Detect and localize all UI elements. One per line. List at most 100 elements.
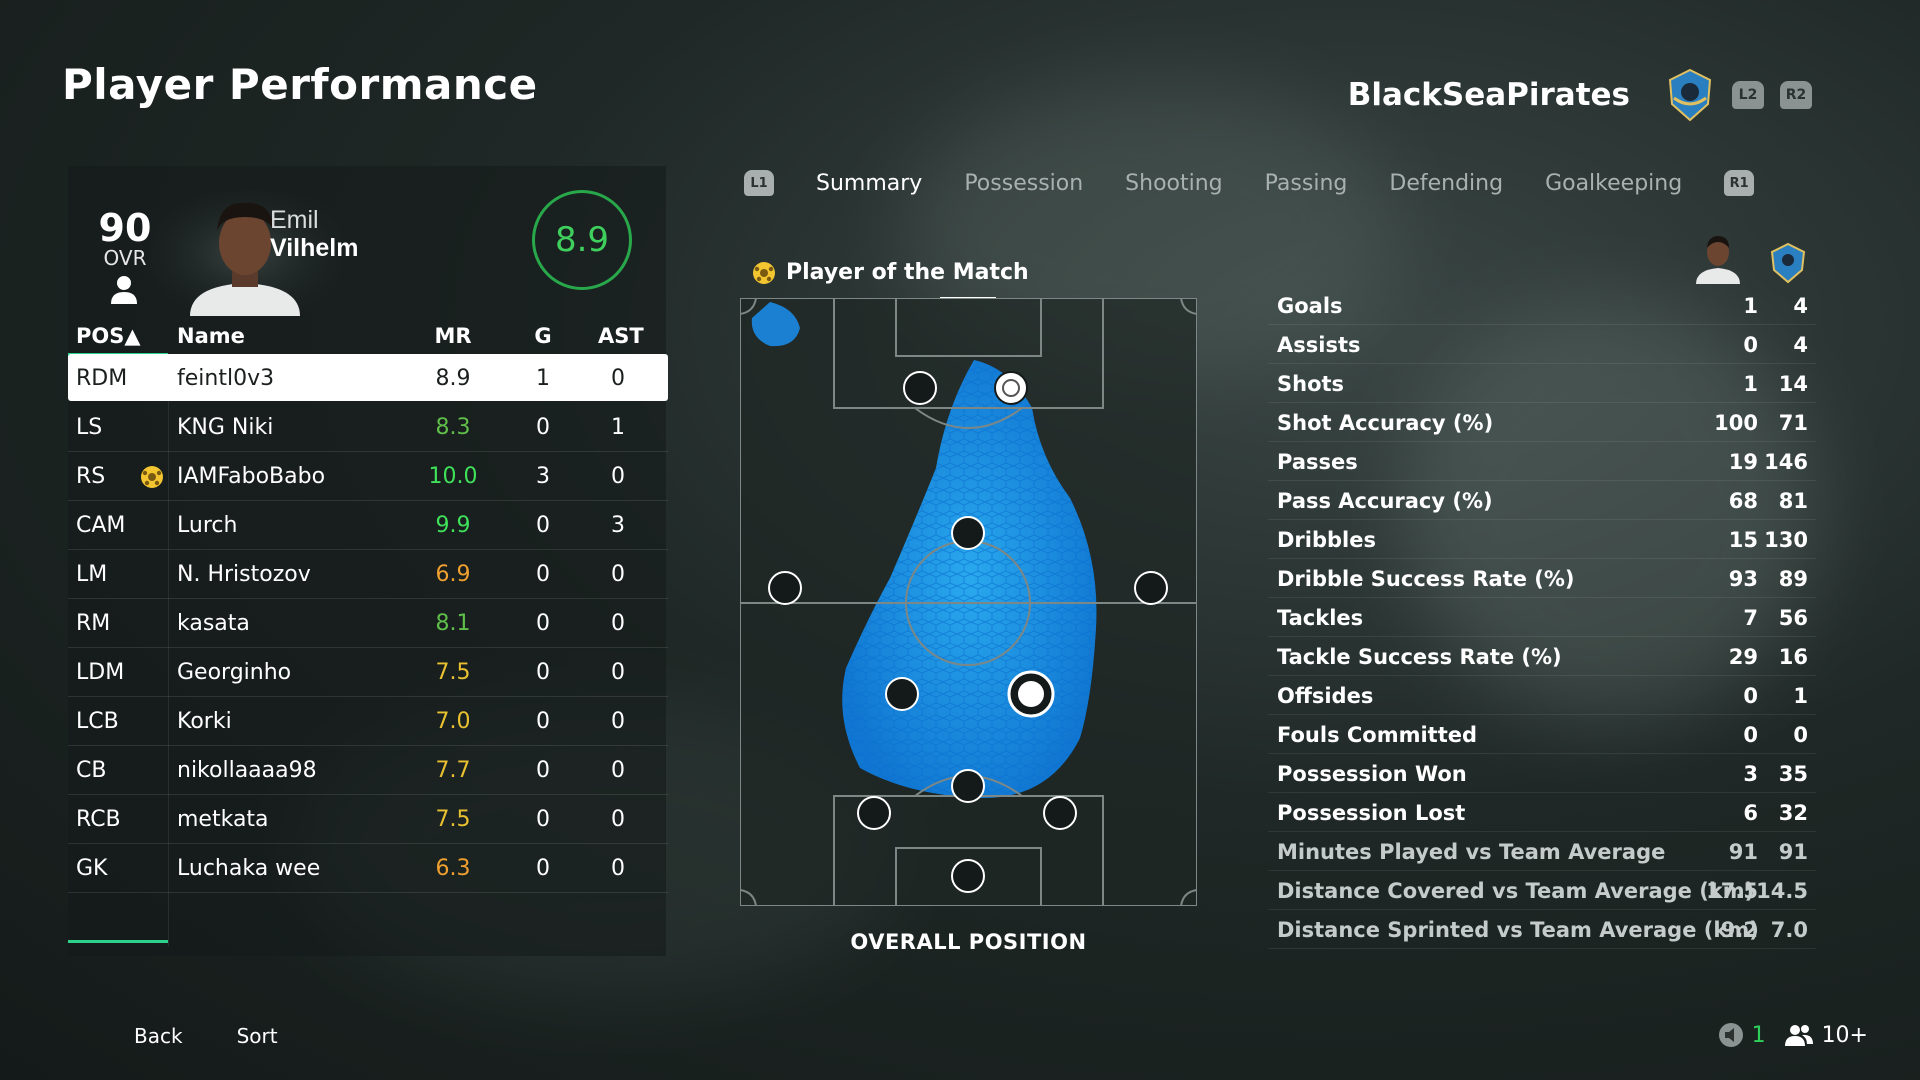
table-row[interactable]: RDM feintl0v3 8.9 1 0 <box>68 354 668 401</box>
stat-team-value: 14 <box>1778 372 1808 396</box>
footer-actions: Back Sort <box>134 1024 278 1048</box>
stat-player-value: 17.5 <box>1706 879 1758 903</box>
stat-label: Shots <box>1277 372 1345 396</box>
stat-player-value: 0 <box>1743 723 1758 747</box>
row-name: KNG Niki <box>177 415 274 440</box>
squad-panel: 90 OVR Emil Vilhelm 8.9 POS▲ Name MR G A… <box>68 166 668 956</box>
back-button[interactable]: Back <box>134 1024 183 1048</box>
player-list: RDM feintl0v3 8.9 1 0 LS KNG Niki 8.3 0 1 RS IAMFab… <box>68 354 668 893</box>
heatmap-caption: OVERALL POSITION <box>850 930 1087 954</box>
tab-goalkeeping[interactable]: Goalkeeping <box>1545 171 1682 196</box>
mic-muted-icon <box>1718 1023 1743 1047</box>
r2-button[interactable]: R2 <box>1780 81 1812 109</box>
table-row[interactable]: GK Luchaka wee 6.3 0 0 <box>68 844 668 893</box>
row-goals: 0 <box>536 856 550 881</box>
row-name: Georginho <box>177 660 292 685</box>
stat-team-value: 4 <box>1793 333 1808 357</box>
team-name: BlackSeaPirates <box>1347 77 1630 113</box>
row-assists: 0 <box>611 709 625 734</box>
table-row[interactable]: RM kasata 8.1 0 0 <box>68 599 668 648</box>
header-name[interactable]: Name <box>177 324 245 348</box>
header-g[interactable]: G <box>528 324 558 348</box>
player-of-the-match: Player of the Match <box>752 260 1029 285</box>
row-position: RM <box>76 611 111 636</box>
l2-button[interactable]: L2 <box>1732 81 1764 109</box>
row-match-rating: 6.9 <box>435 562 471 587</box>
stats-column-icons <box>1690 230 1808 284</box>
stat-player-value: 9.2 <box>1720 918 1758 942</box>
stat-row: Distance Covered vs Team Average (km) 17.… <box>1268 871 1816 910</box>
header-pos[interactable]: POS▲ <box>76 324 141 348</box>
header-ast[interactable]: AST <box>598 324 644 348</box>
tab-possession[interactable]: Possession <box>964 171 1083 196</box>
person-icon <box>111 276 137 304</box>
player-match-rating: 8.9 <box>532 190 632 290</box>
row-match-rating: 8.9 <box>435 366 471 391</box>
stat-team-value: 14.5 <box>1756 879 1808 903</box>
row-name: metkata <box>177 807 269 832</box>
potm-label: Player of the Match <box>786 260 1029 285</box>
row-match-rating: 8.3 <box>435 415 471 440</box>
stat-team-value: 146 <box>1764 450 1808 474</box>
stat-row: Goals 1 4 <box>1268 286 1816 325</box>
table-row[interactable]: LS KNG Niki 8.3 0 1 <box>68 403 668 452</box>
stat-team-value: 16 <box>1778 645 1808 669</box>
stat-label: Passes <box>1277 450 1358 474</box>
row-name: feintl0v3 <box>177 366 275 391</box>
page-title: Player Performance <box>62 60 538 109</box>
row-name: nikollaaaa98 <box>177 758 317 783</box>
header-mr[interactable]: MR <box>418 324 488 348</box>
r1-button[interactable]: R1 <box>1724 170 1755 196</box>
sort-button[interactable]: Sort <box>237 1024 278 1048</box>
row-goals: 1 <box>536 366 550 391</box>
stat-player-value: 3 <box>1743 762 1758 786</box>
stat-row: Offsides 0 1 <box>1268 676 1816 715</box>
players-icon <box>1784 1025 1813 1046</box>
row-position: RCB <box>76 807 121 832</box>
stat-label: Pass Accuracy (%) <box>1277 489 1493 513</box>
mic-count: 1 <box>1751 1022 1766 1048</box>
stat-player-value: 100 <box>1714 411 1758 435</box>
table-row[interactable]: LM N. Hristozov 6.9 0 0 <box>68 550 668 599</box>
row-name: Korki <box>177 709 232 734</box>
row-assists: 0 <box>611 464 625 489</box>
row-match-rating: 7.0 <box>435 709 471 734</box>
row-match-rating: 10.0 <box>428 464 478 489</box>
row-assists: 0 <box>611 807 625 832</box>
stat-tabs: L1 Summary Possession Shooting Passing D… <box>744 170 1755 196</box>
row-position: LM <box>76 562 108 587</box>
stat-player-value: 0 <box>1743 333 1758 357</box>
stat-row: Minutes Played vs Team Average 91 91 <box>1268 832 1816 871</box>
stat-label: Assists <box>1277 333 1361 357</box>
footer-status: 1 10+ <box>1718 1022 1868 1048</box>
stat-team-value: 4 <box>1793 294 1808 318</box>
row-name: kasata <box>177 611 250 636</box>
stat-label: Distance Covered vs Team Average (km) <box>1277 879 1755 903</box>
stat-team-value: 91 <box>1778 840 1808 864</box>
row-position: GK <box>76 856 108 881</box>
stat-team-value: 7.0 <box>1770 918 1808 942</box>
stat-row: Tackle Success Rate (%) 29 16 <box>1268 637 1816 676</box>
stat-team-value: 71 <box>1778 411 1808 435</box>
l1-button[interactable]: L1 <box>744 170 774 196</box>
players-count: 10+ <box>1821 1022 1868 1048</box>
table-row[interactable]: CB nikollaaaa98 7.7 0 0 <box>68 746 668 795</box>
tab-shooting[interactable]: Shooting <box>1125 171 1222 196</box>
stat-label: Distance Sprinted vs Team Average (km) <box>1277 918 1759 942</box>
tab-defending[interactable]: Defending <box>1389 171 1503 196</box>
table-row[interactable]: LCB Korki 7.0 0 0 <box>68 697 668 746</box>
stat-row: Possession Won 3 35 <box>1268 754 1816 793</box>
tab-passing[interactable]: Passing <box>1265 171 1348 196</box>
stat-label: Minutes Played vs Team Average <box>1277 840 1666 864</box>
table-row[interactable]: RCB metkata 7.5 0 0 <box>68 795 668 844</box>
tab-summary[interactable]: Summary <box>816 171 922 196</box>
table-row[interactable]: LDM Georginho 7.5 0 0 <box>68 648 668 697</box>
table-row[interactable]: CAM Lurch 9.9 0 3 <box>68 501 668 550</box>
table-row[interactable]: RS IAMFaboBabo 10.0 3 0 <box>68 452 668 501</box>
row-goals: 0 <box>536 513 550 538</box>
row-goals: 0 <box>536 807 550 832</box>
row-goals: 0 <box>536 709 550 734</box>
row-match-rating: 6.3 <box>435 856 471 881</box>
stat-row: Passes 19 146 <box>1268 442 1816 481</box>
row-goals: 0 <box>536 758 550 783</box>
